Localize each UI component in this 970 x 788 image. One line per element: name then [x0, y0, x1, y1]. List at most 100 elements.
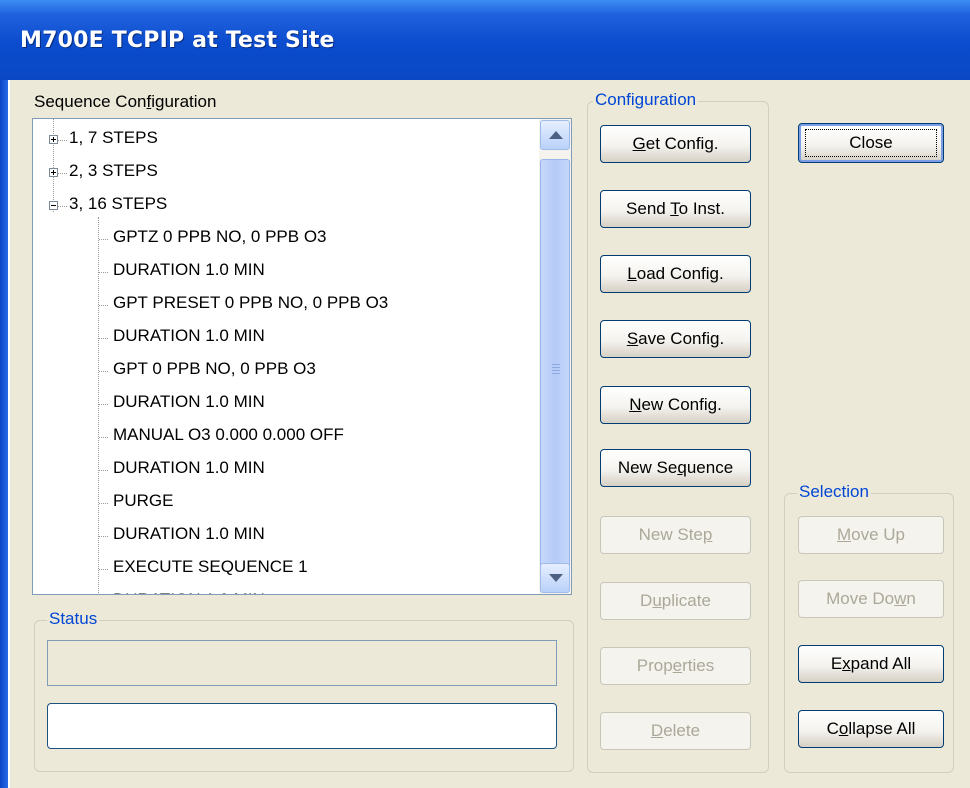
expand-icon[interactable]: [49, 135, 58, 144]
access-key: M: [836, 525, 852, 544]
tree-connector: [98, 217, 99, 594]
button-label: Move Do: [826, 589, 895, 608]
tree-node-step[interactable]: GPT PRESET 0 PPB NO, 0 PPB O3: [113, 293, 388, 313]
scroll-up-button[interactable]: [540, 120, 570, 150]
button-label: Prop: [636, 656, 673, 675]
tree-connector: [99, 305, 108, 306]
grip-icon: [552, 367, 560, 368]
access-key: D: [650, 721, 664, 740]
load-config-button[interactable]: Load Config.: [600, 255, 751, 293]
button-label: plicate: [661, 591, 711, 610]
tree-node-step[interactable]: DURATION 1.0 MIN: [113, 392, 265, 412]
configuration-group-label: Configuration: [593, 90, 699, 110]
sequence-configuration-label: Sequence Configuration: [34, 92, 217, 111]
tree-connector: [58, 173, 67, 174]
status-group-label: Status: [47, 609, 100, 629]
new-config-button[interactable]: New Config.: [600, 386, 751, 424]
properties-button[interactable]: Properties: [600, 647, 751, 685]
button-label: o Inst.: [678, 199, 725, 218]
access-key: N: [629, 395, 642, 414]
access-key: w: [894, 589, 907, 608]
focus-rect: [805, 129, 937, 157]
tree-connector: [99, 503, 108, 504]
move-down-button[interactable]: Move Down: [798, 580, 944, 618]
tree-node-step[interactable]: DURATION 1.0 MIN: [113, 326, 265, 346]
tree-node-step[interactable]: DURATION 1.0 MIN: [113, 458, 265, 478]
title-bar[interactable]: M700E TCPIP at Test Site: [0, 0, 970, 80]
tree-node-step[interactable]: PURGE: [113, 491, 173, 511]
access-key: u: [652, 591, 662, 610]
chevron-up-icon: [549, 131, 563, 139]
access-key: T: [670, 199, 679, 218]
tree-node-step[interactable]: GPT 0 PPB NO, 0 PPB O3: [113, 359, 316, 379]
collapse-all-button[interactable]: Collapse All: [798, 710, 944, 748]
status-input[interactable]: [47, 703, 557, 749]
grip-icon: [552, 364, 560, 365]
tree-connector: [99, 569, 108, 570]
tree-scrollbar[interactable]: [539, 119, 571, 594]
tree-node-step[interactable]: DURATION 1.0 MIN: [113, 524, 265, 544]
button-label: rties: [682, 656, 715, 675]
button-label: E: [830, 654, 843, 673]
tree-connector: [99, 338, 108, 339]
button-label: elete: [663, 721, 701, 740]
button-label: uence: [686, 458, 734, 477]
access-key: L: [627, 264, 637, 283]
scroll-thumb[interactable]: [540, 159, 570, 575]
tree-node-step[interactable]: DURATION 1.0 MIN: [113, 590, 265, 594]
get-config-button[interactable]: Get Config.: [600, 125, 751, 163]
tree-connector: [99, 536, 108, 537]
access-key: x: [842, 654, 851, 673]
tree-node-step[interactable]: DURATION 1.0 MIN: [113, 260, 265, 280]
button-label: C: [826, 719, 839, 738]
expand-all-button[interactable]: Expand All: [798, 645, 944, 683]
tree-node-sequence[interactable]: 1, 7 STEPS: [69, 128, 158, 148]
grip-icon: [552, 370, 560, 371]
new-step-button[interactable]: New Step: [600, 516, 751, 554]
grip-icon: [552, 373, 560, 374]
access-key: q: [677, 458, 687, 477]
tree-node-sequence[interactable]: 2, 3 STEPS: [69, 161, 158, 181]
send-to-inst-button[interactable]: Send To Inst.: [600, 190, 751, 228]
tree-node-step[interactable]: EXECUTE SEQUENCE 1: [113, 557, 308, 577]
button-label: Send: [626, 199, 671, 218]
collapse-icon[interactable]: [49, 201, 58, 210]
tree-connector: [99, 404, 108, 405]
expand-icon[interactable]: [49, 168, 58, 177]
button-label: ave Config.: [638, 329, 725, 348]
status-display: [47, 640, 557, 686]
tree-connector: [99, 437, 108, 438]
save-config-button[interactable]: Save Config.: [600, 320, 751, 358]
chevron-down-icon: [549, 574, 563, 582]
button-label: D: [640, 591, 653, 610]
button-label: et Config.: [645, 134, 719, 153]
dialog-window: M700E TCPIP at Test Site Sequence Config…: [0, 0, 970, 788]
button-label: llapse All: [848, 719, 916, 738]
tree-node-step[interactable]: GPTZ 0 PPB NO, 0 PPB O3: [113, 227, 327, 247]
button-label: n: [906, 589, 916, 608]
button-label: ove Up: [851, 525, 906, 544]
access-key: S: [626, 329, 639, 348]
tree-connector: [99, 371, 108, 372]
tree-connector: [99, 470, 108, 471]
button-label: oad Config.: [636, 264, 724, 283]
sequence-tree[interactable]: 1, 7 STEPS 2, 3 STEPS 3, 16 STEPS GPTZ 0 PP…: [32, 118, 572, 595]
scroll-down-button[interactable]: [540, 563, 570, 593]
window-frame-edge: [8, 80, 10, 788]
tree-node-step[interactable]: MANUAL O3 0.000 0.000 OFF: [113, 425, 344, 445]
close-button[interactable]: Close: [798, 123, 944, 163]
new-sequence-button[interactable]: New Sequence: [600, 449, 751, 487]
tree-connector: [53, 119, 54, 212]
delete-button[interactable]: Delete: [600, 712, 751, 750]
duplicate-button[interactable]: Duplicate: [600, 582, 751, 620]
access-key: e: [672, 656, 683, 675]
move-up-button[interactable]: Move Up: [798, 516, 944, 554]
tree-connector: [99, 272, 108, 273]
tree-node-sequence[interactable]: 3, 16 STEPS: [69, 194, 167, 214]
button-label: New Ste: [638, 525, 703, 544]
selection-group-label: Selection: [797, 482, 871, 502]
button-label: ew Config.: [641, 395, 722, 414]
access-key: G: [632, 134, 646, 153]
access-key: o: [838, 719, 849, 738]
tree-connector: [58, 206, 67, 207]
